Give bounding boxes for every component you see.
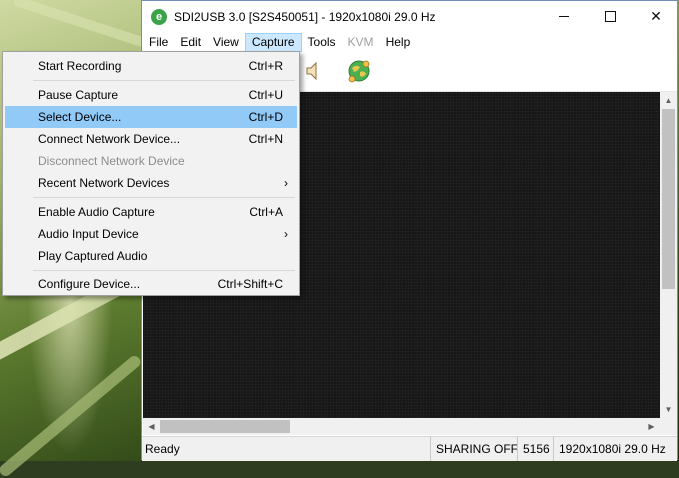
menu-item-label: Audio Input Device: [38, 227, 139, 241]
menu-separator: [33, 270, 295, 271]
leaf-vein: [0, 353, 143, 478]
menu-item-label: Play Captured Audio: [38, 249, 148, 263]
menu-item-label: Start Recording: [38, 59, 122, 73]
menu-item-select-device[interactable]: Select Device... Ctrl+D: [5, 106, 297, 128]
window-title: SDI2USB 3.0 [S2S450051] - 1920x1080i 29.…: [174, 10, 436, 24]
status-sharing: SHARING OFF: [430, 437, 523, 461]
menu-item-shortcut: Ctrl+U: [248, 88, 283, 102]
status-ready: Ready: [145, 442, 180, 456]
scroll-left-icon[interactable]: ◀: [143, 418, 160, 435]
minimize-button[interactable]: [541, 1, 587, 32]
app-logo-icon[interactable]: e: [151, 9, 167, 25]
globe-network-icon[interactable]: [346, 58, 372, 84]
horizontal-scroll-thumb[interactable]: [160, 420, 290, 433]
scroll-corner: [660, 418, 677, 435]
menu-item-disconnect-network-device[interactable]: Disconnect Network Device: [5, 150, 297, 172]
speaker-icon[interactable]: [303, 58, 325, 84]
submenu-arrow-icon: ›: [284, 176, 288, 190]
menu-item-recent-network-devices[interactable]: Recent Network Devices ›: [5, 172, 297, 194]
menu-item-play-captured-audio[interactable]: Play Captured Audio: [5, 245, 297, 267]
title-bar[interactable]: e SDI2USB 3.0 [S2S450051] - 1920x1080i 2…: [142, 1, 677, 32]
menu-view[interactable]: View: [207, 33, 245, 52]
menu-item-label: Configure Device...: [38, 277, 141, 291]
status-resolution: 1920x1080i 29.0 Hz: [553, 437, 671, 461]
menu-item-label: Select Device...: [38, 110, 122, 124]
menu-tools[interactable]: Tools: [302, 33, 342, 52]
menu-kvm[interactable]: KVM: [342, 33, 380, 52]
menu-item-connect-network-device[interactable]: Connect Network Device... Ctrl+N: [5, 128, 297, 150]
status-frame-count: 5156: [517, 437, 555, 461]
menu-separator: [33, 197, 295, 198]
menu-item-audio-input-device[interactable]: Audio Input Device ›: [5, 223, 297, 245]
status-bar: Ready SHARING OFF 5156 1920x1080i 29.0 H…: [142, 436, 677, 461]
vertical-scroll-thumb[interactable]: [662, 109, 675, 289]
menu-item-shortcut: Ctrl+R: [248, 59, 283, 73]
minimize-icon: [559, 16, 569, 17]
menu-item-shortcut: Ctrl+N: [248, 132, 283, 146]
menu-file[interactable]: File: [143, 33, 174, 52]
menu-item-shortcut: Ctrl+Shift+C: [217, 277, 283, 291]
scroll-right-icon[interactable]: ▶: [643, 418, 660, 435]
menu-bar: File Edit View Capture Tools KVM Help: [142, 32, 677, 53]
maximize-button[interactable]: [587, 1, 633, 32]
menu-item-label: Pause Capture: [38, 88, 119, 102]
menu-separator: [33, 80, 295, 81]
menu-item-pause-capture[interactable]: Pause Capture Ctrl+U: [5, 84, 297, 106]
menu-edit[interactable]: Edit: [174, 33, 207, 52]
menu-item-start-recording[interactable]: Start Recording Ctrl+R: [5, 55, 297, 77]
vertical-scrollbar[interactable]: ▲ ▼: [660, 92, 677, 418]
close-icon: ✕: [650, 8, 662, 24]
maximize-icon: [604, 11, 616, 22]
menu-item-label: Disconnect Network Device: [38, 154, 185, 168]
capture-menu: Start Recording Ctrl+R Pause Capture Ctr…: [2, 51, 300, 296]
menu-item-enable-audio-capture[interactable]: Enable Audio Capture Ctrl+A: [5, 201, 297, 223]
menu-item-label: Enable Audio Capture: [38, 205, 155, 219]
menu-item-label: Recent Network Devices: [38, 176, 170, 190]
menu-item-label: Connect Network Device...: [38, 132, 181, 146]
scroll-down-icon[interactable]: ▼: [660, 401, 677, 418]
menu-item-configure-device[interactable]: Configure Device... Ctrl+Shift+C: [5, 273, 297, 295]
menu-item-shortcut: Ctrl+A: [249, 205, 283, 219]
menu-capture[interactable]: Capture: [244, 33, 302, 52]
menu-item-shortcut: Ctrl+D: [248, 110, 283, 124]
horizontal-scrollbar[interactable]: ◀ ▶: [143, 418, 660, 435]
submenu-arrow-icon: ›: [284, 227, 288, 241]
menu-help[interactable]: Help: [380, 33, 417, 52]
close-button[interactable]: ✕: [633, 1, 679, 32]
scroll-up-icon[interactable]: ▲: [660, 92, 677, 109]
